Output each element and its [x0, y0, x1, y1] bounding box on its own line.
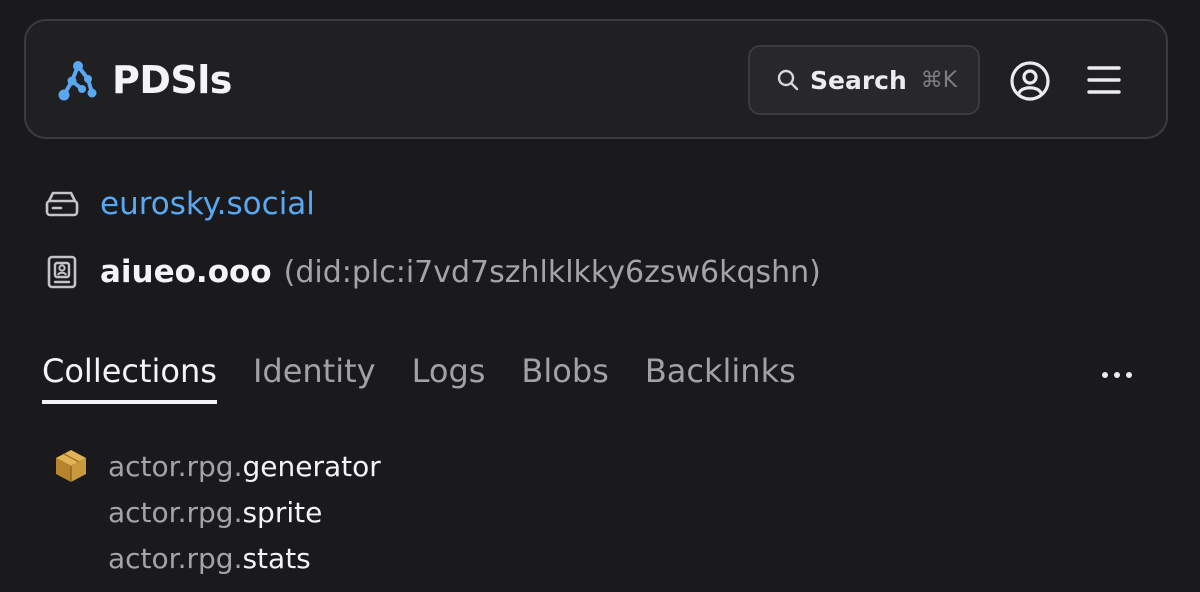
- hamburger-menu-icon: [1087, 66, 1121, 94]
- more-options-button[interactable]: [1100, 366, 1134, 378]
- tab-backlinks[interactable]: Backlinks: [645, 348, 796, 404]
- pdsls-logo-icon: [58, 61, 97, 101]
- collection-group: actor.rpg.generator actor.rpg.sprite act…: [54, 444, 381, 582]
- tab-collections[interactable]: Collections: [42, 348, 217, 404]
- nsid-list: actor.rpg.generator actor.rpg.sprite act…: [108, 444, 381, 582]
- server-drive-icon: [45, 191, 79, 217]
- user-did: (did:plc:i7vd7szhlklkky6zsw6kqshn): [283, 255, 821, 290]
- nsid-name: sprite: [242, 496, 323, 529]
- id-card-icon: [47, 255, 77, 289]
- nsid-name: stats: [242, 542, 311, 575]
- app-title: PDSls: [112, 58, 232, 102]
- user-handle[interactable]: aiueo.ooo: [100, 254, 272, 290]
- tab-blobs[interactable]: Blobs: [521, 348, 608, 404]
- user-circle-icon: [1010, 61, 1050, 101]
- collection-item[interactable]: actor.rpg.stats: [108, 536, 381, 582]
- tab-logs[interactable]: Logs: [412, 348, 486, 404]
- menu-button[interactable]: [1086, 63, 1122, 97]
- nsid-prefix: actor.rpg.: [108, 496, 243, 529]
- pds-host-link[interactable]: eurosky.social: [100, 186, 315, 222]
- cube-icon: [56, 450, 86, 482]
- account-button[interactable]: [1008, 59, 1052, 103]
- nsid-prefix: actor.rpg.: [108, 542, 243, 575]
- search-label: Search: [810, 65, 907, 95]
- pds-host-row: eurosky.social: [44, 186, 315, 222]
- search-button[interactable]: Search ⌘K: [748, 45, 980, 115]
- user-identity-row: aiueo.ooo (did:plc:i7vd7szhlklkky6zsw6kqs…: [44, 254, 821, 290]
- app-logo[interactable]: PDSls: [56, 57, 232, 103]
- nsid-prefix: actor.rpg.: [108, 450, 243, 483]
- collections-list: actor.rpg.generator actor.rpg.sprite act…: [54, 444, 381, 582]
- tab-identity[interactable]: Identity: [253, 348, 376, 404]
- ellipsis-icon: [1102, 372, 1132, 378]
- top-bar: PDSls Search ⌘K: [24, 19, 1168, 139]
- search-shortcut: ⌘K: [920, 67, 958, 93]
- collection-item[interactable]: actor.rpg.sprite: [108, 490, 381, 536]
- collection-item[interactable]: actor.rpg.generator: [108, 444, 381, 490]
- search-icon: [777, 69, 799, 91]
- repo-tabs: Collections Identity Logs Blobs Backlink…: [42, 348, 796, 404]
- nsid-name: generator: [242, 450, 381, 483]
